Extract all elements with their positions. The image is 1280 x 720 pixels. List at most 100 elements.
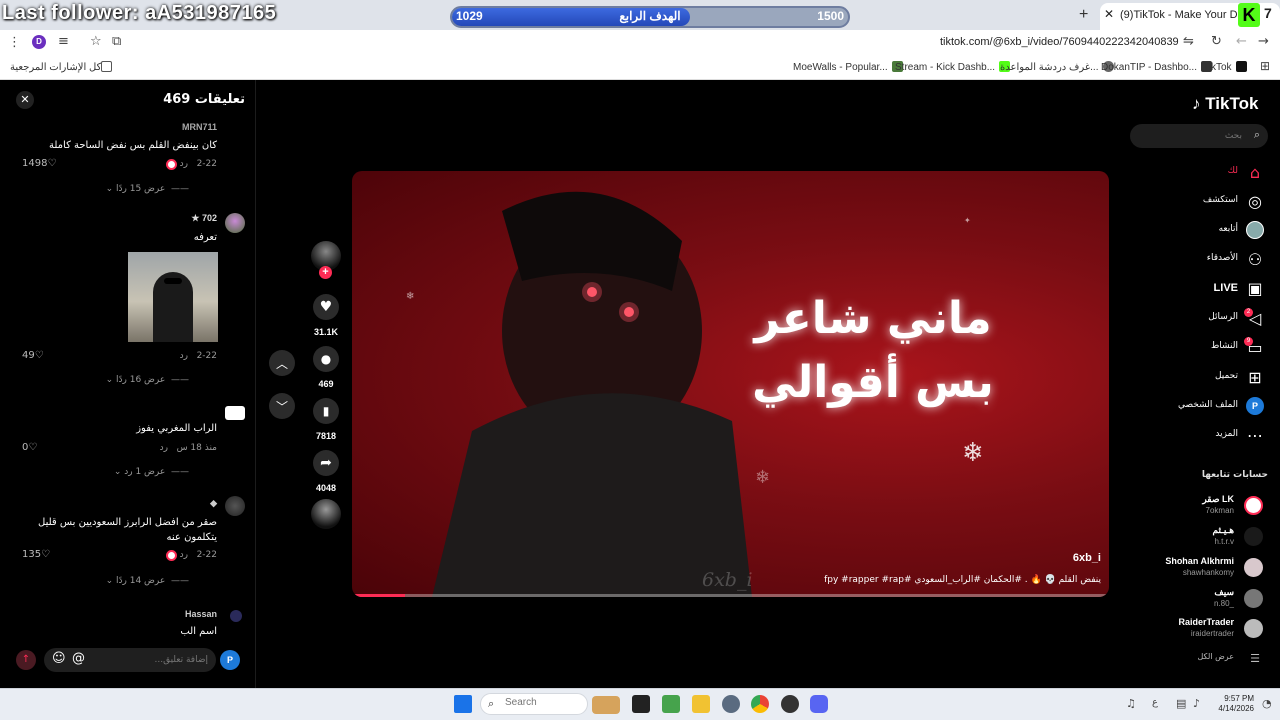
taskbar-search-input[interactable] (505, 697, 575, 708)
bookmark-kick[interactable]: Stream - Kick Dashb... (895, 61, 1011, 73)
commenter-avatar[interactable] (225, 406, 245, 420)
comment-user[interactable]: ◆ (210, 498, 217, 509)
more-icon[interactable]: ⋯ (1246, 426, 1264, 445)
url-field[interactable]: tiktok.com/@6xb_i/video/7609440222342040… (940, 36, 1179, 48)
nav-live[interactable]: LIVE (1214, 282, 1238, 294)
nav-friends[interactable]: الأصدقاء (1207, 253, 1238, 263)
all-bookmarks[interactable]: كل الإشارات المرجعية (10, 61, 116, 73)
comment-like-count[interactable]: 135♡ (22, 549, 50, 560)
microphone-icon[interactable]: ♫ (1126, 697, 1136, 710)
comment-user[interactable]: Hassan (185, 609, 217, 619)
nav-more[interactable]: المزيد (1215, 429, 1238, 439)
apps-grid-icon[interactable]: ⊞ (1260, 59, 1270, 73)
tune-icon[interactable]: ⇋ (1183, 34, 1194, 49)
nav-activity[interactable]: النشاط (1211, 341, 1238, 351)
comment-like-count[interactable]: 49♡ (22, 350, 44, 361)
view-replies-button[interactable]: —— عرض 15 ردًا ⌄ (106, 184, 189, 194)
view-replies-button[interactable]: —— عرض 14 ردًا ⌄ (106, 576, 189, 586)
post-comment-button[interactable]: ↑ (16, 650, 36, 670)
bookmark-moewalls[interactable]: MoeWalls - Popular... (793, 61, 903, 73)
save-button[interactable]: ▮ (313, 398, 339, 424)
bookmark-dokantip[interactable]: DokanTIP - Dashbo... (1101, 61, 1212, 73)
friends-icon[interactable]: ⚇ (1246, 250, 1264, 269)
following-account-name[interactable]: RaiderTrader (1178, 617, 1234, 627)
bookmark-chat-rooms[interactable]: غرف دردشة المواعدة... (1000, 61, 1114, 73)
show-all-following[interactable]: عرض الكل (1197, 652, 1234, 661)
bookmark-star-icon[interactable]: ☆ (90, 34, 102, 49)
profile-avatar[interactable]: D (32, 35, 46, 49)
tiktok-logo[interactable]: ♪ TikTok (1192, 94, 1258, 114)
reply-button[interactable]: رد (180, 550, 188, 560)
following-account-name[interactable]: سيف (1214, 587, 1234, 598)
comment-button[interactable]: ● (313, 346, 339, 372)
view-replies-button[interactable]: —— عرض 1 رد ⌄ (114, 467, 189, 477)
following-icon[interactable] (1246, 221, 1264, 239)
notification-bell-icon[interactable]: ◔ (1262, 697, 1272, 710)
following-account-name[interactable]: صقر LK (1202, 494, 1234, 505)
windows-start-icon[interactable] (454, 695, 472, 713)
comment-like-count[interactable]: 1498♡ (22, 158, 56, 169)
following-avatar[interactable] (1244, 527, 1263, 546)
reload-icon[interactable]: ↻ (1211, 34, 1222, 49)
discord-icon[interactable] (810, 695, 828, 713)
like-button[interactable]: ♥ (313, 294, 339, 320)
following-account-name[interactable]: Shohan Alkhrmi (1165, 556, 1234, 566)
commenter-avatar[interactable] (225, 213, 245, 233)
share-button[interactable]: ➦ (313, 450, 339, 476)
profile-icon[interactable]: P (1246, 397, 1264, 415)
menu-dots-icon[interactable]: ⋮ (8, 35, 21, 50)
nav-upload[interactable]: تحميل (1215, 371, 1238, 381)
video-author[interactable]: 6xb_i (1073, 552, 1101, 564)
reply-button[interactable]: رد (180, 351, 188, 361)
search-icon[interactable]: ⌕ (1254, 128, 1260, 142)
following-avatar[interactable] (1244, 589, 1263, 608)
settings-icon[interactable] (722, 695, 740, 713)
nav-for-you[interactable]: لك (1228, 166, 1238, 176)
nav-messages[interactable]: الرسائل (1208, 312, 1238, 322)
comment-input[interactable] (88, 650, 208, 670)
close-tab-icon[interactable]: ✕ (1104, 7, 1114, 21)
taskbar-clock[interactable]: 9:57 PM 4/14/2026 (1212, 694, 1254, 714)
extensions-icon[interactable]: ≡ (58, 34, 69, 49)
task-view-icon[interactable] (632, 695, 650, 713)
comment-user[interactable]: ★ 702 (191, 213, 217, 224)
video-player[interactable]: ❄ ❄ ✦ ❄ ماني شاعر بس أقوالي 6xb_i 6xb_i … (352, 171, 1109, 597)
new-tab-button[interactable]: + (1079, 6, 1088, 24)
close-comments-button[interactable]: ✕ (16, 91, 34, 109)
back-icon[interactable]: → (1258, 34, 1269, 49)
previous-video-button[interactable]: ︿ (269, 350, 295, 376)
music-disc-icon[interactable] (311, 499, 341, 529)
compass-icon[interactable]: ◎ (1246, 192, 1264, 211)
teams-icon[interactable] (662, 695, 680, 713)
upload-icon[interactable]: ⊞ (1246, 368, 1264, 387)
next-video-button[interactable]: ﹀ (269, 393, 295, 419)
install-app-icon[interactable]: ⧉ (112, 34, 121, 49)
view-replies-button[interactable]: —— عرض 16 ردًا ⌄ (106, 375, 189, 385)
emoji-icon[interactable]: ☺ (52, 651, 66, 666)
live-icon[interactable]: ▣ (1246, 279, 1264, 298)
network-icon[interactable]: ▤ (1176, 697, 1186, 710)
following-avatar[interactable] (1244, 558, 1263, 577)
search-input[interactable] (1142, 127, 1242, 145)
commenter-avatar[interactable] (225, 496, 245, 516)
following-account-name[interactable]: هـيـثم (1213, 525, 1234, 536)
obs-icon[interactable] (781, 695, 799, 713)
nav-explore[interactable]: استكشف (1203, 195, 1238, 205)
list-icon[interactable]: ☰ (1246, 649, 1264, 667)
nav-profile[interactable]: الملف الشخصي (1178, 400, 1238, 410)
following-avatar[interactable] (1244, 619, 1263, 638)
widgets-icon[interactable] (592, 696, 620, 714)
home-icon[interactable]: ⌂ (1246, 163, 1264, 182)
video-progress-bar[interactable] (352, 594, 1109, 597)
nav-following[interactable]: أتابعه (1219, 224, 1238, 234)
reply-button[interactable]: رد (160, 443, 168, 453)
chrome-icon[interactable] (751, 695, 769, 713)
comment-image[interactable] (128, 252, 218, 342)
mention-icon[interactable]: @ (72, 651, 85, 666)
file-explorer-icon[interactable] (692, 695, 710, 713)
comment-user[interactable]: MRN711 (182, 122, 217, 132)
bookmark-tiktok[interactable]: TikTok (1203, 61, 1247, 73)
language-icon[interactable]: ع (1152, 697, 1158, 708)
following-avatar[interactable] (1244, 496, 1263, 515)
comment-like-count[interactable]: 0♡ (22, 442, 37, 453)
